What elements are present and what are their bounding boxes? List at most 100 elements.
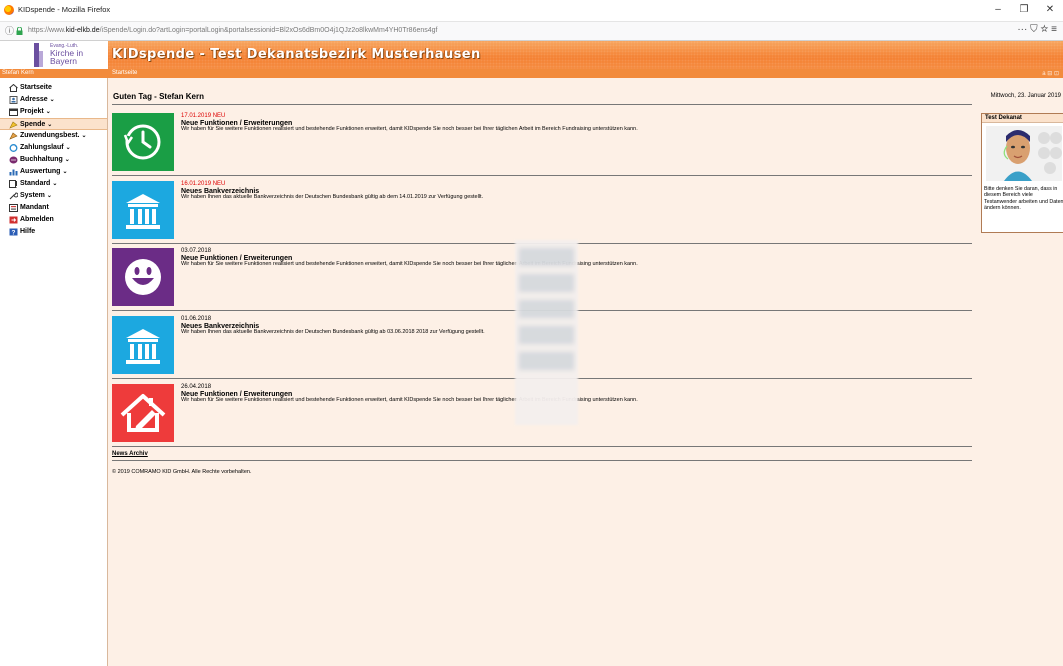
book-icon — [9, 156, 18, 164]
url-bar: ⓘ https://www.kid-elkb.de/iSpende/Login.… — [0, 22, 1063, 41]
chart-icon — [9, 169, 18, 176]
lock-icon — [16, 27, 23, 35]
news-text: Wir haben Ihnen das aktuelle Bankverzeic… — [181, 329, 485, 335]
info-icon[interactable]: ⓘ — [5, 26, 15, 36]
chevron-down-icon: ⌄ — [45, 109, 51, 115]
church-logo: Evang.-Luth. Kirche in Bayern — [0, 41, 108, 69]
house-edit-icon — [112, 384, 174, 442]
address-input[interactable]: https://www.kid-elkb.de/iSpende/Login.do… — [28, 27, 437, 34]
help-icon: ? — [9, 228, 18, 236]
sidebar-item-auswertung[interactable]: Auswertung ⌄ — [0, 166, 107, 178]
blurred-menu-entry — [519, 352, 574, 370]
chevron-down-icon: ⌄ — [46, 193, 52, 199]
sidebar-item-label: Zahlungslauf — [20, 144, 64, 151]
copyright: © 2019 COMRAMO KID GmbH. Alle Rechte vor… — [112, 469, 252, 475]
app-header: Evang.-Luth. Kirche in Bayern KIDspende -… — [0, 41, 1063, 69]
news-date: 17.01.2019 NEU — [181, 113, 226, 119]
sidebar-item-label: System — [20, 192, 45, 199]
sidebar-item-hilfe[interactable]: ? Hilfe — [0, 226, 107, 238]
chevron-down-icon: ⌄ — [62, 169, 68, 175]
receipt-icon — [9, 132, 18, 140]
divider — [112, 104, 972, 105]
divider — [112, 460, 972, 461]
address-book-icon — [9, 96, 18, 104]
minimize-icon[interactable]: – — [985, 0, 1011, 22]
logo-bar-light — [39, 51, 43, 67]
panel-text: Bitte denken Sie daran, dass in diesem B… — [984, 186, 1063, 211]
chevron-down-icon: ⌄ — [52, 181, 58, 187]
url-domain: kid-elkb.de — [65, 27, 100, 34]
test-dekanat-panel: Test Dekanat Bitte denken Sie daran, das… — [981, 113, 1063, 233]
sidebar-item-zuwendungsbest[interactable]: Zuwendungsbest. ⌄ — [0, 130, 107, 142]
sidebar-item-label: Standard — [20, 180, 51, 187]
firefox-icon — [4, 5, 14, 15]
sidebar-item-spende[interactable]: Spende ⌄ — [0, 118, 107, 130]
sidebar-item-zahlungslauf[interactable]: Zahlungslauf ⌄ — [0, 142, 107, 154]
sidebar-item-projekt[interactable]: Projekt ⌄ — [0, 106, 107, 118]
sidebar-item-label: Adresse — [20, 96, 48, 103]
chevron-down-icon: ⌄ — [64, 157, 70, 163]
project-icon — [9, 108, 18, 116]
home-icon — [9, 84, 18, 92]
sidebar-item-label: Zuwendungsbest. — [20, 132, 80, 139]
bank-icon — [112, 181, 174, 239]
greeting: Guten Tag - Stefan Kern — [113, 92, 204, 101]
blurred-menu-entry — [519, 274, 574, 292]
sidebar-item-adresse[interactable]: Adresse ⌄ — [0, 94, 107, 106]
sidebar-item-label: Mandant — [20, 204, 49, 211]
logo-line-3-text: Bayern — [50, 56, 77, 66]
refresh-icon — [9, 144, 18, 152]
news-date: 26.04.2018 — [181, 384, 212, 390]
restore-icon[interactable]: ❐ — [1011, 0, 1037, 22]
window-title: KIDspende - Mozilla Firefox — [18, 5, 111, 14]
sidebar-item-label: Abmelden — [20, 216, 54, 223]
sidebar-item-label: Spende — [20, 121, 46, 128]
sidebar-item-standard[interactable]: Standard ⌄ — [0, 178, 107, 190]
wrench-icon — [9, 192, 18, 200]
blurred-menu-entry — [519, 300, 574, 318]
close-icon[interactable]: ✕ — [1037, 0, 1063, 22]
svg-text:?: ? — [12, 230, 16, 237]
divider — [112, 446, 972, 447]
blurred-menu-entry — [519, 326, 574, 344]
donation-icon — [9, 121, 18, 129]
news-date: 16.01.2019 NEU — [181, 181, 226, 187]
main-content: Guten Tag - Stefan Kern Mittwoch, 23. Ja… — [108, 78, 1063, 666]
crumb-bar: Stefan Kern Startseite a ⊟ ⊡ — [0, 69, 1063, 78]
blurred-dropdown-menu — [515, 240, 578, 425]
news-archive-link[interactable]: News Archiv — [112, 451, 148, 457]
divider — [112, 175, 972, 176]
breadcrumb[interactable]: Startseite — [112, 70, 137, 76]
current-user: Stefan Kern — [2, 70, 34, 76]
sidebar-item-buchhaltung[interactable]: Buchhaltung ⌄ — [0, 154, 107, 166]
sidebar-item-label: Auswertung — [20, 168, 61, 175]
chevron-down-icon: ⌄ — [49, 97, 55, 103]
logout-icon — [9, 216, 18, 224]
bank-icon — [112, 316, 174, 374]
sidebar-item-startseite[interactable]: Startseite — [0, 82, 107, 94]
browser-titlebar: KIDspende - Mozilla Firefox – ❐ ✕ — [0, 0, 1063, 22]
settings-list-icon — [9, 180, 17, 188]
view-controls[interactable]: a ⊟ ⊡ — [1042, 70, 1059, 77]
sidebar-item-label: Startseite — [20, 84, 52, 91]
toolbar-icons[interactable]: ··· ⛉ ☆ ≡ — [1017, 24, 1057, 35]
clock-history-icon — [112, 113, 174, 171]
blurred-menu-entry — [519, 248, 574, 266]
news-date: 01.06.2018 — [181, 316, 212, 322]
window-controls: – ❐ ✕ — [985, 0, 1063, 22]
app-title: KIDspende - Test Dekanatsbezirk Musterha… — [112, 47, 481, 62]
sidebar-item-label: Hilfe — [20, 228, 36, 235]
smiley-icon — [112, 248, 174, 306]
news-date: 03.07.2018 — [181, 248, 212, 254]
logo-line-2: Kirche in Bayern — [50, 49, 83, 66]
sidebar-item-abmelden[interactable]: Abmelden — [0, 214, 107, 226]
sidebar-item-system[interactable]: System ⌄ — [0, 190, 107, 202]
url-path: /iSpende/Login.do?artLogin=portalLogin&p… — [99, 27, 438, 34]
sidebar: Startseite Adresse ⌄ Projekt ⌄ Spende ⌄ Zuw… — [0, 78, 108, 666]
current-date: Mittwoch, 23. Januar 2019 — [990, 93, 1061, 99]
news-text: Wir haben für Sie weitere Funktionen rea… — [181, 126, 638, 132]
chevron-down-icon: ⌄ — [65, 145, 71, 151]
chevron-down-icon: ⌄ — [47, 122, 53, 128]
sidebar-item-mandant[interactable]: Mandant — [0, 202, 107, 214]
sidebar-item-label: Projekt — [20, 108, 44, 115]
